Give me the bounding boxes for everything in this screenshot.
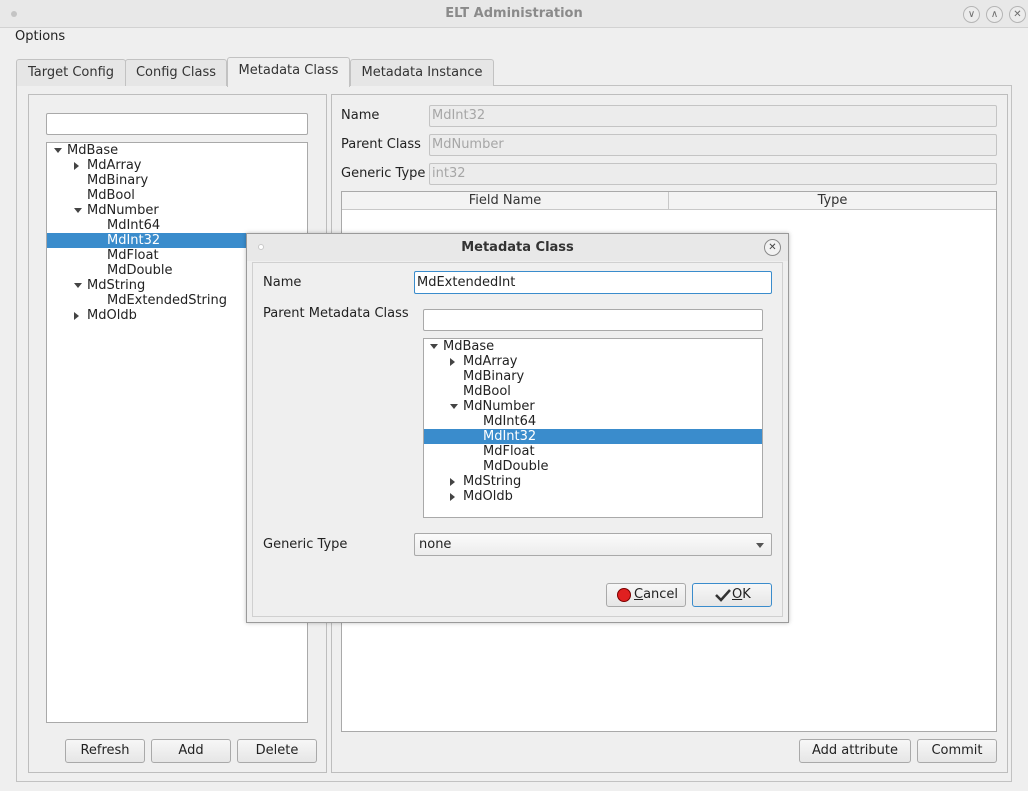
cancel-label: ancel <box>643 587 679 602</box>
tree-item-label: MdArray <box>87 158 142 173</box>
dialog-generic-type-label: Generic Type <box>263 537 348 552</box>
menu-options[interactable]: Options <box>15 29 65 44</box>
column-header-type[interactable]: Type <box>669 192 996 210</box>
tree-item-label: MdFloat <box>107 248 159 263</box>
tab-config-class[interactable]: Config Class <box>125 59 227 86</box>
tree-item-label: MdBase <box>67 143 119 158</box>
column-header-field-name[interactable]: Field Name <box>342 192 668 210</box>
tree-item-label: MdOldb <box>463 489 513 504</box>
tree-item-label: MdString <box>463 474 522 489</box>
tree-item-label: MdInt32 <box>483 429 537 444</box>
expand-open-icon[interactable] <box>430 344 438 349</box>
tree-item-label: MdBool <box>463 384 511 399</box>
tree-item-label: MdBool <box>87 188 135 203</box>
tree-item-label: MdString <box>87 278 146 293</box>
expand-open-icon[interactable] <box>450 404 458 409</box>
tree-item-label: MdBinary <box>463 369 525 384</box>
tree-item[interactable]: MdFloat <box>424 444 762 459</box>
tree-item[interactable]: MdOldb <box>424 489 762 504</box>
close-button[interactable]: ✕ <box>1009 6 1026 23</box>
expand-open-icon[interactable] <box>74 283 82 288</box>
tree-item[interactable]: MdDouble <box>424 459 762 474</box>
menu-bar <box>0 28 1028 48</box>
tree-item-label: MdDouble <box>483 459 549 474</box>
tree-item[interactable]: MdBase <box>424 339 762 354</box>
tree-item-label: MdArray <box>463 354 518 369</box>
tree-item[interactable]: MdBinary <box>47 173 307 188</box>
tree-item[interactable]: MdNumber <box>47 203 307 218</box>
tree-item[interactable]: MdNumber <box>424 399 762 414</box>
class-filter-input[interactable] <box>46 113 308 135</box>
dialog-title: Metadata Class <box>461 240 574 255</box>
cancel-icon <box>617 588 631 602</box>
tree-item-label: MdInt32 <box>107 233 161 248</box>
dialog-name-label: Name <box>263 275 302 290</box>
refresh-button[interactable]: Refresh <box>65 739 145 763</box>
dialog-filter-input[interactable] <box>423 309 763 331</box>
tree-item[interactable]: MdArray <box>47 158 307 173</box>
tree-item-label: MdExtendedString <box>107 293 228 308</box>
minimize-button[interactable]: ∨ <box>963 6 980 23</box>
generic-type-select[interactable]: none <box>414 533 772 556</box>
tree-item[interactable]: MdString <box>424 474 762 489</box>
tree-item-label: MdOldb <box>87 308 137 323</box>
tree-item-label: MdBinary <box>87 173 149 188</box>
cancel-mnemonic: C <box>634 587 644 602</box>
expand-closed-icon[interactable] <box>450 493 455 501</box>
cancel-button[interactable]: Cancel <box>606 583 686 607</box>
tree-item[interactable]: MdInt64 <box>47 218 307 233</box>
tree-item[interactable]: MdBase <box>47 143 307 158</box>
tree-item[interactable]: MdInt64 <box>424 414 762 429</box>
tree-item-label: MdNumber <box>87 203 159 218</box>
maximize-button[interactable]: ∧ <box>986 6 1003 23</box>
parent-metadata-class-label: Parent Metadata Class <box>263 306 409 321</box>
delete-button[interactable]: Delete <box>237 739 317 763</box>
generic-type-field[interactable]: int32 <box>429 163 997 185</box>
expand-closed-icon[interactable] <box>450 478 455 486</box>
commit-button[interactable]: Commit <box>917 739 997 763</box>
ok-mnemonic: O <box>732 587 743 602</box>
generic-type-value: none <box>419 537 452 552</box>
name-label: Name <box>341 108 380 123</box>
expand-closed-icon[interactable] <box>74 312 79 320</box>
ok-label: K <box>742 587 751 602</box>
expand-open-icon[interactable] <box>54 148 62 153</box>
tree-item-label: MdDouble <box>107 263 173 278</box>
tab-metadata-class[interactable]: Metadata Class <box>227 57 350 87</box>
tree-item[interactable]: MdBinary <box>424 369 762 384</box>
tree-item[interactable]: MdBool <box>47 188 307 203</box>
tree-item-selected[interactable]: MdInt32 <box>424 429 762 444</box>
window-title: ELT Administration <box>445 6 583 21</box>
tree-item-label: MdNumber <box>463 399 535 414</box>
parent-class-field[interactable]: MdNumber <box>429 134 997 156</box>
dialog-close-icon[interactable]: ✕ <box>764 239 781 256</box>
tree-item-label: MdFloat <box>483 444 535 459</box>
expand-closed-icon[interactable] <box>74 162 79 170</box>
name-field[interactable]: MdInt32 <box>429 105 997 127</box>
tree-item[interactable]: MdArray <box>424 354 762 369</box>
dialog-name-input[interactable]: MdExtendedInt <box>414 271 772 294</box>
expand-closed-icon[interactable] <box>450 358 455 366</box>
tree-item-label: MdInt64 <box>107 218 161 233</box>
ok-button[interactable]: OK <box>692 583 772 607</box>
chevron-down-icon <box>756 543 764 548</box>
tree-item-label: MdInt64 <box>483 414 537 429</box>
parent-class-label: Parent Class <box>341 137 421 152</box>
tree-item[interactable]: MdBool <box>424 384 762 399</box>
add-attribute-button[interactable]: Add attribute <box>799 739 911 763</box>
expand-open-icon[interactable] <box>74 208 82 213</box>
tree-item-label: MdBase <box>443 339 495 354</box>
dialog-class-tree[interactable]: MdBase MdArray MdBinary MdBool MdNumber MdInt… <box>423 338 763 518</box>
tab-metadata-instance[interactable]: Metadata Instance <box>350 59 494 86</box>
add-button[interactable]: Add <box>151 739 231 763</box>
tab-target-config[interactable]: Target Config <box>16 59 126 86</box>
checkmark-icon <box>715 589 731 602</box>
generic-type-label: Generic Type <box>341 166 426 181</box>
